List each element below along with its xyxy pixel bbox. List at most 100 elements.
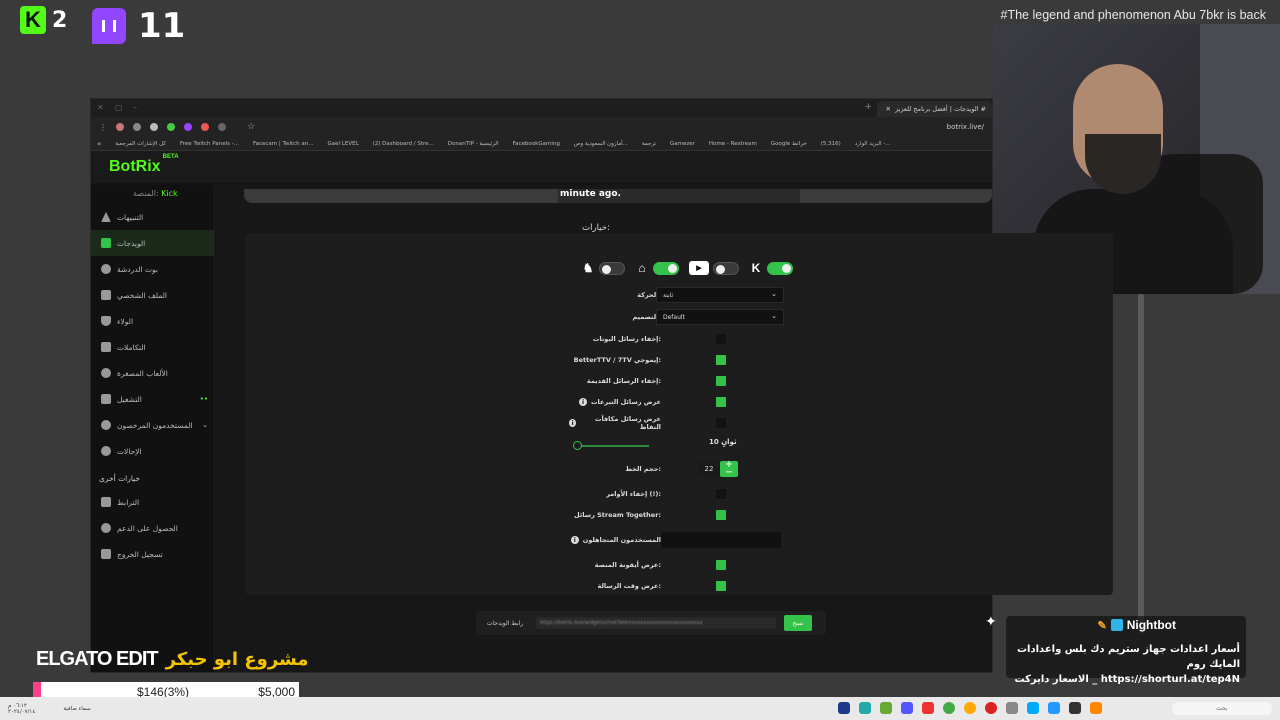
hide-commands-checkbox[interactable] [716,489,726,499]
weather-widget[interactable]: سماء صافية [63,706,90,712]
sidebar-item-label: التنبيهات [117,212,144,222]
copy-button[interactable]: نسخ [784,615,812,631]
menu-icon[interactable]: ⋮ [99,123,107,132]
maximize-window-icon[interactable]: ▢ [115,104,123,112]
sidebar-item-link[interactable]: الترابط [91,489,214,515]
minimize-window-icon[interactable]: – [133,104,141,112]
app-icon[interactable] [859,702,871,714]
tab-close-icon[interactable]: ✕ [886,105,891,113]
bookmark-item[interactable]: Gamezer [670,141,695,147]
gamepad-icon [101,368,111,378]
points-messages-checkbox[interactable] [716,418,726,428]
app-icon[interactable] [1069,702,1081,714]
app-icon[interactable] [880,702,892,714]
sidebar-item-integrations[interactable]: التكاملات [91,334,214,360]
trovo-toggle[interactable] [599,261,625,275]
bookmark-item[interactable]: FacebookGaming [512,141,559,147]
kick-toggle[interactable] [767,261,793,275]
close-window-icon[interactable]: ✕ [97,104,105,112]
sidebar-item-alerts[interactable]: التنبيهات [91,204,214,230]
bookmark-item[interactable]: Home - Restream [709,141,757,147]
bookmark-item[interactable]: Gael LEVEL [328,141,359,147]
option-label: رسائل Stream Together: [574,511,661,519]
chevron-icon[interactable]: « [97,140,101,148]
taskbar-clock[interactable]: ٠٦:١٢ م ٢٠٢٤/٠٧/١٤ [0,703,35,715]
hide-old-messages-checkbox[interactable] [716,376,726,386]
info-icon[interactable]: i [570,536,579,544]
bookmark-star-icon[interactable]: ☆ [247,122,255,132]
logo-text: BotRix [109,158,161,175]
sidebar-item-profile[interactable]: الملف الشخصي [91,282,214,308]
sidebar-item-chatbot[interactable]: بوت الدردشة [91,256,214,282]
bookmark-item[interactable]: DonanTIP - الرئيسية [448,141,499,147]
chrome-icon[interactable] [943,702,955,714]
sidebar-item-loyalty[interactable]: الولاء [91,308,214,334]
bttv-emotes-checkbox[interactable] [716,355,726,365]
botrix-logo[interactable]: BotRix BETA [109,154,179,176]
slider-handle[interactable] [573,441,582,450]
stepper-buttons[interactable]: + − [720,460,738,478]
sidebar-item-licensed-users[interactable]: المستخدمون المرخصون ⌄ [91,412,214,438]
address-bar[interactable]: botrix.live/ [947,123,984,131]
sidebar-item-widgets[interactable]: الويدجات [91,230,214,256]
widget-url-field[interactable]: https://botrix.live/widgets/chat?bid=xxx… [536,617,776,629]
nightbot-message: ✎ Nightbot أسعار اعدادات جهاز ستريم دك ب… [1006,616,1246,685]
taskbar-search[interactable]: بحث [1172,702,1272,715]
info-icon[interactable]: i [569,419,577,427]
profile-icon[interactable] [116,123,124,131]
stream-together-checkbox[interactable] [716,510,726,520]
app-icon[interactable] [1027,702,1039,714]
kick-icon: K [20,6,46,34]
firefox-icon[interactable] [964,702,976,714]
info-icon[interactable]: i [578,398,587,406]
bookmark-item[interactable]: (2) Dashboard / Stre... [373,141,434,147]
extension-icon[interactable] [133,123,141,131]
sidebar-item-referrals[interactable]: الإحالات [91,438,214,464]
app-icon[interactable] [1006,702,1018,714]
bookmark-item[interactable]: البريد الوارد -... [855,141,891,147]
chevron-down-icon[interactable]: ⌄ [202,421,208,429]
scrollbar[interactable] [1138,294,1144,634]
sidebar-item-logout[interactable]: تسجيل الخروج [91,541,214,567]
bookmark-item[interactable]: أمازون السعودية وص... [574,141,628,147]
youtube-toggle[interactable] [713,261,739,275]
app-icon[interactable] [901,702,913,714]
message-time-checkbox[interactable] [716,581,726,591]
app-icon[interactable] [922,702,934,714]
extension-icon[interactable] [218,123,226,131]
bookmark-item[interactable]: ترجمة [642,141,656,147]
hide-bot-messages-checkbox[interactable] [716,334,726,344]
motion-select[interactable]: ثابتة ⌄ [656,287,784,303]
decrement-button[interactable]: − [725,468,733,478]
sidebar-item-support[interactable]: الحصول على الدعم [91,515,214,541]
platform-value: Kick [161,189,178,198]
new-tab-icon[interactable]: + [864,102,872,112]
sidebar-item-player[interactable]: التشغيل •• [91,386,214,412]
platform-icon-checkbox[interactable] [716,560,726,570]
extension-icon[interactable] [201,123,209,131]
app-header: BotRix BETA [91,151,992,183]
ignored-users-input[interactable] [661,532,781,548]
donation-messages-checkbox[interactable] [716,397,726,407]
bookmark-item[interactable]: كل الإشارات المرجعية [115,141,166,147]
font-size-stepper[interactable]: 22 + − [698,460,738,478]
extension-icon[interactable] [150,123,158,131]
bookmark-item[interactable]: Google خرائط [771,141,807,147]
bookmark-item[interactable]: Free Twitch Panels -... [180,141,239,147]
bookmark-item[interactable]: Facecam | Twitch an... [253,141,314,147]
font-size-value[interactable]: 22 [698,461,720,477]
bookmark-item[interactable]: (5,316) [821,141,841,147]
photoshop-icon[interactable] [838,702,850,714]
extension-icon[interactable] [167,123,175,131]
sidebar-item-minigames[interactable]: الألعاب المصغرة [91,360,214,386]
duration-slider[interactable] [573,441,649,450]
extension-icon[interactable] [184,123,192,131]
edge-icon[interactable] [1048,702,1060,714]
music-icon [101,394,111,404]
active-tab[interactable]: ✕ الويدجات | أفضل برنامج للعزيز # [877,101,992,117]
beta-badge: BETA [162,154,179,160]
twitch-toggle[interactable] [653,261,679,275]
opera-icon[interactable] [985,702,997,714]
explorer-icon[interactable] [1090,702,1102,714]
design-select[interactable]: Default ⌄ [656,309,784,325]
